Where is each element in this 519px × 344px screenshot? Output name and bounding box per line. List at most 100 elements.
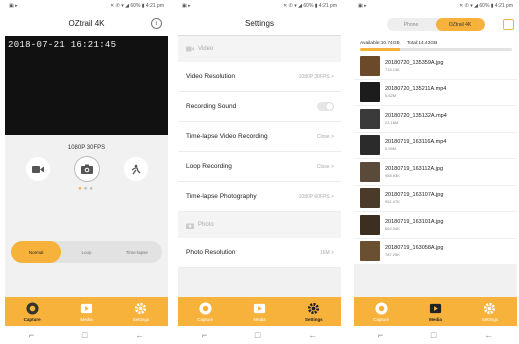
media-icon (429, 303, 442, 313)
setting-value: Close > (316, 163, 334, 170)
tab-capture[interactable]: Capture (5, 297, 59, 326)
tab-capture[interactable]: Capture (178, 297, 232, 326)
recents-button[interactable]: ⌐ (202, 330, 207, 340)
storage-bar (360, 48, 512, 51)
file-size: 5.62M (385, 93, 397, 99)
file-item[interactable]: 20180719_163101A.jpg 662.94K (354, 212, 517, 239)
gear-icon (308, 302, 320, 314)
setting-label: Recording Sound (186, 103, 237, 110)
tab-label: Settings (304, 316, 323, 322)
file-thumbnail (360, 55, 380, 76)
file-item[interactable]: 20180719_163058A.jpg 787.25K (354, 239, 517, 265)
capture-icon (375, 301, 388, 315)
back-button[interactable]: ← (135, 330, 144, 340)
tab-label: Media (429, 316, 442, 322)
status-right: ✕ ✆ ▾ ◢ 60% ▮ 4:21 pm (110, 2, 164, 9)
storage-text: Available:10.74GB Total:14.43GB (360, 41, 512, 46)
tab-settings[interactable]: Settings (463, 297, 517, 326)
tab-media[interactable]: Media (232, 297, 286, 326)
info-icon[interactable]: i (151, 18, 162, 29)
gear-icon (135, 302, 147, 314)
tab-label: Media (253, 316, 266, 322)
file-item[interactable]: 20180719_163112A.jpg 958.93K (354, 159, 517, 186)
file-thumbnail (360, 135, 380, 156)
gear-icon (484, 302, 496, 314)
capture-icon (199, 301, 212, 315)
status-bar: ▣ ▸ ✕ ✆ ▾ ◢ 60% ▮ 4:21 pm (5, 0, 168, 11)
resolution-label: 1080P 30FPS (67, 145, 106, 151)
tab-label: Settings (481, 316, 498, 322)
tab-label: Media (80, 316, 93, 322)
home-button[interactable]: □ (255, 330, 260, 340)
tab-media[interactable]: Media (59, 297, 113, 326)
file-size: 5.99M (385, 146, 397, 152)
setting-video-resolution[interactable]: Video Resolution 1080P 30FPS > (178, 62, 341, 92)
recents-button[interactable]: ⌐ (29, 330, 34, 340)
file-name: 20180719_163116A.mp4 (385, 139, 447, 146)
photo-mode-button[interactable] (74, 157, 99, 181)
capture-icon (26, 301, 39, 315)
status-left: ▣ ▸ (182, 2, 191, 9)
setting-loop-recording[interactable]: Loop Recording Close > (178, 152, 341, 182)
back-button[interactable]: ← (484, 330, 493, 340)
back-button[interactable]: ← (308, 330, 317, 340)
home-button[interactable]: □ (431, 330, 436, 340)
select-icon[interactable] (503, 19, 514, 30)
file-name: 20180720_135211A.mp4 (385, 86, 447, 93)
page-indicator: ●●● (5, 186, 168, 192)
setting-label: Video Resolution (186, 73, 236, 80)
slow-motion-mode-button[interactable] (123, 157, 148, 181)
segment-time-lapse[interactable]: Time-lapse (112, 241, 162, 263)
file-info: 20180720_135211A.mp4 5.62M (385, 86, 446, 98)
page-title: Settings (178, 11, 341, 36)
tab-capture[interactable]: Capture (354, 297, 408, 326)
bottom-tab-bar: Capture Media Settings (354, 297, 517, 326)
recents-button[interactable]: ⌐ (378, 330, 383, 340)
system-nav-bar: ⌐ □ ← (178, 326, 341, 344)
file-list: 20180720_135359A.jpg 715.13K 20180720_1352… (354, 53, 517, 265)
header: Phone OZtrail 4K (354, 11, 517, 38)
segment-phone[interactable]: Phone (387, 18, 436, 31)
file-info: 20180720_135359A.jpg 715.13K (385, 60, 443, 72)
file-thumbnail (360, 188, 380, 209)
setting-label: Time-lapse Photography (186, 193, 257, 200)
segment-loop[interactable]: Loop (61, 241, 111, 263)
tab-settings[interactable]: Settings (114, 297, 168, 326)
segment-oztrail[interactable]: OZtrail 4K (435, 18, 485, 31)
section-video: Video (178, 36, 341, 62)
bottom-tab-bar: Capture Media Settings (5, 297, 168, 326)
setting-time-lapse-photo[interactable]: Time-lapse Photography 1080P 60FPS > (178, 182, 341, 212)
setting-time-lapse-video[interactable]: Time-lapse Video Recording Close > (178, 122, 341, 152)
recording-sound-toggle[interactable] (317, 102, 334, 111)
file-item[interactable]: 20180720_135211A.mp4 5.62M (354, 80, 517, 106)
file-thumbnail (360, 241, 380, 262)
file-info: 20180719_163058A.jpg 787.25K (385, 245, 443, 257)
page-title: OZtrail 4K (68, 19, 105, 28)
setting-label: Photo Resolution (186, 249, 236, 256)
slow-motion-icon (131, 164, 141, 174)
setting-photo-resolution[interactable]: Photo Resolution 16M > (178, 238, 341, 268)
file-item[interactable]: 20180720_135359A.jpg 715.13K (354, 53, 517, 80)
preview-timestamp: 2018-07-21 16:21:45 (8, 40, 117, 50)
home-button[interactable]: □ (82, 330, 87, 340)
video-mode-button[interactable] (25, 157, 50, 181)
file-name: 20180719_163112A.jpg (385, 165, 444, 172)
storage-info: Available:10.74GB Total:14.43GB (354, 38, 517, 53)
setting-recording-sound: Recording Sound (178, 92, 341, 122)
file-item[interactable]: 20180720_135132A.mp4 23.16M (354, 106, 517, 133)
media-screen: ▣ ▸ ✕ ✆ ▾ ◢ 60% ▮ 4:21 pm Phone OZtrail … (354, 0, 517, 344)
system-nav-bar: ⌐ □ ← (354, 326, 517, 344)
status-right: ✕ ✆ ▾ ◢ 60% ▮ 4:21 pm (283, 2, 337, 9)
setting-value: 16M > (319, 249, 334, 256)
file-item[interactable]: 20180719_163107A.jpg 951.47K (354, 186, 517, 212)
media-icon (253, 303, 266, 313)
tab-media[interactable]: Media (408, 297, 462, 326)
file-name: 20180719_163107A.jpg (385, 192, 444, 199)
capture-mode-segmented-control: Normal Loop Time-lapse (11, 241, 162, 263)
camera-preview: 2018-07-21 16:21:45 (5, 36, 168, 135)
file-thumbnail (360, 108, 380, 129)
tab-settings[interactable]: Settings (287, 297, 341, 326)
setting-value: Close > (316, 133, 334, 140)
file-item[interactable]: 20180719_163116A.mp4 5.99M (354, 133, 517, 159)
segment-normal[interactable]: Normal (11, 241, 62, 263)
